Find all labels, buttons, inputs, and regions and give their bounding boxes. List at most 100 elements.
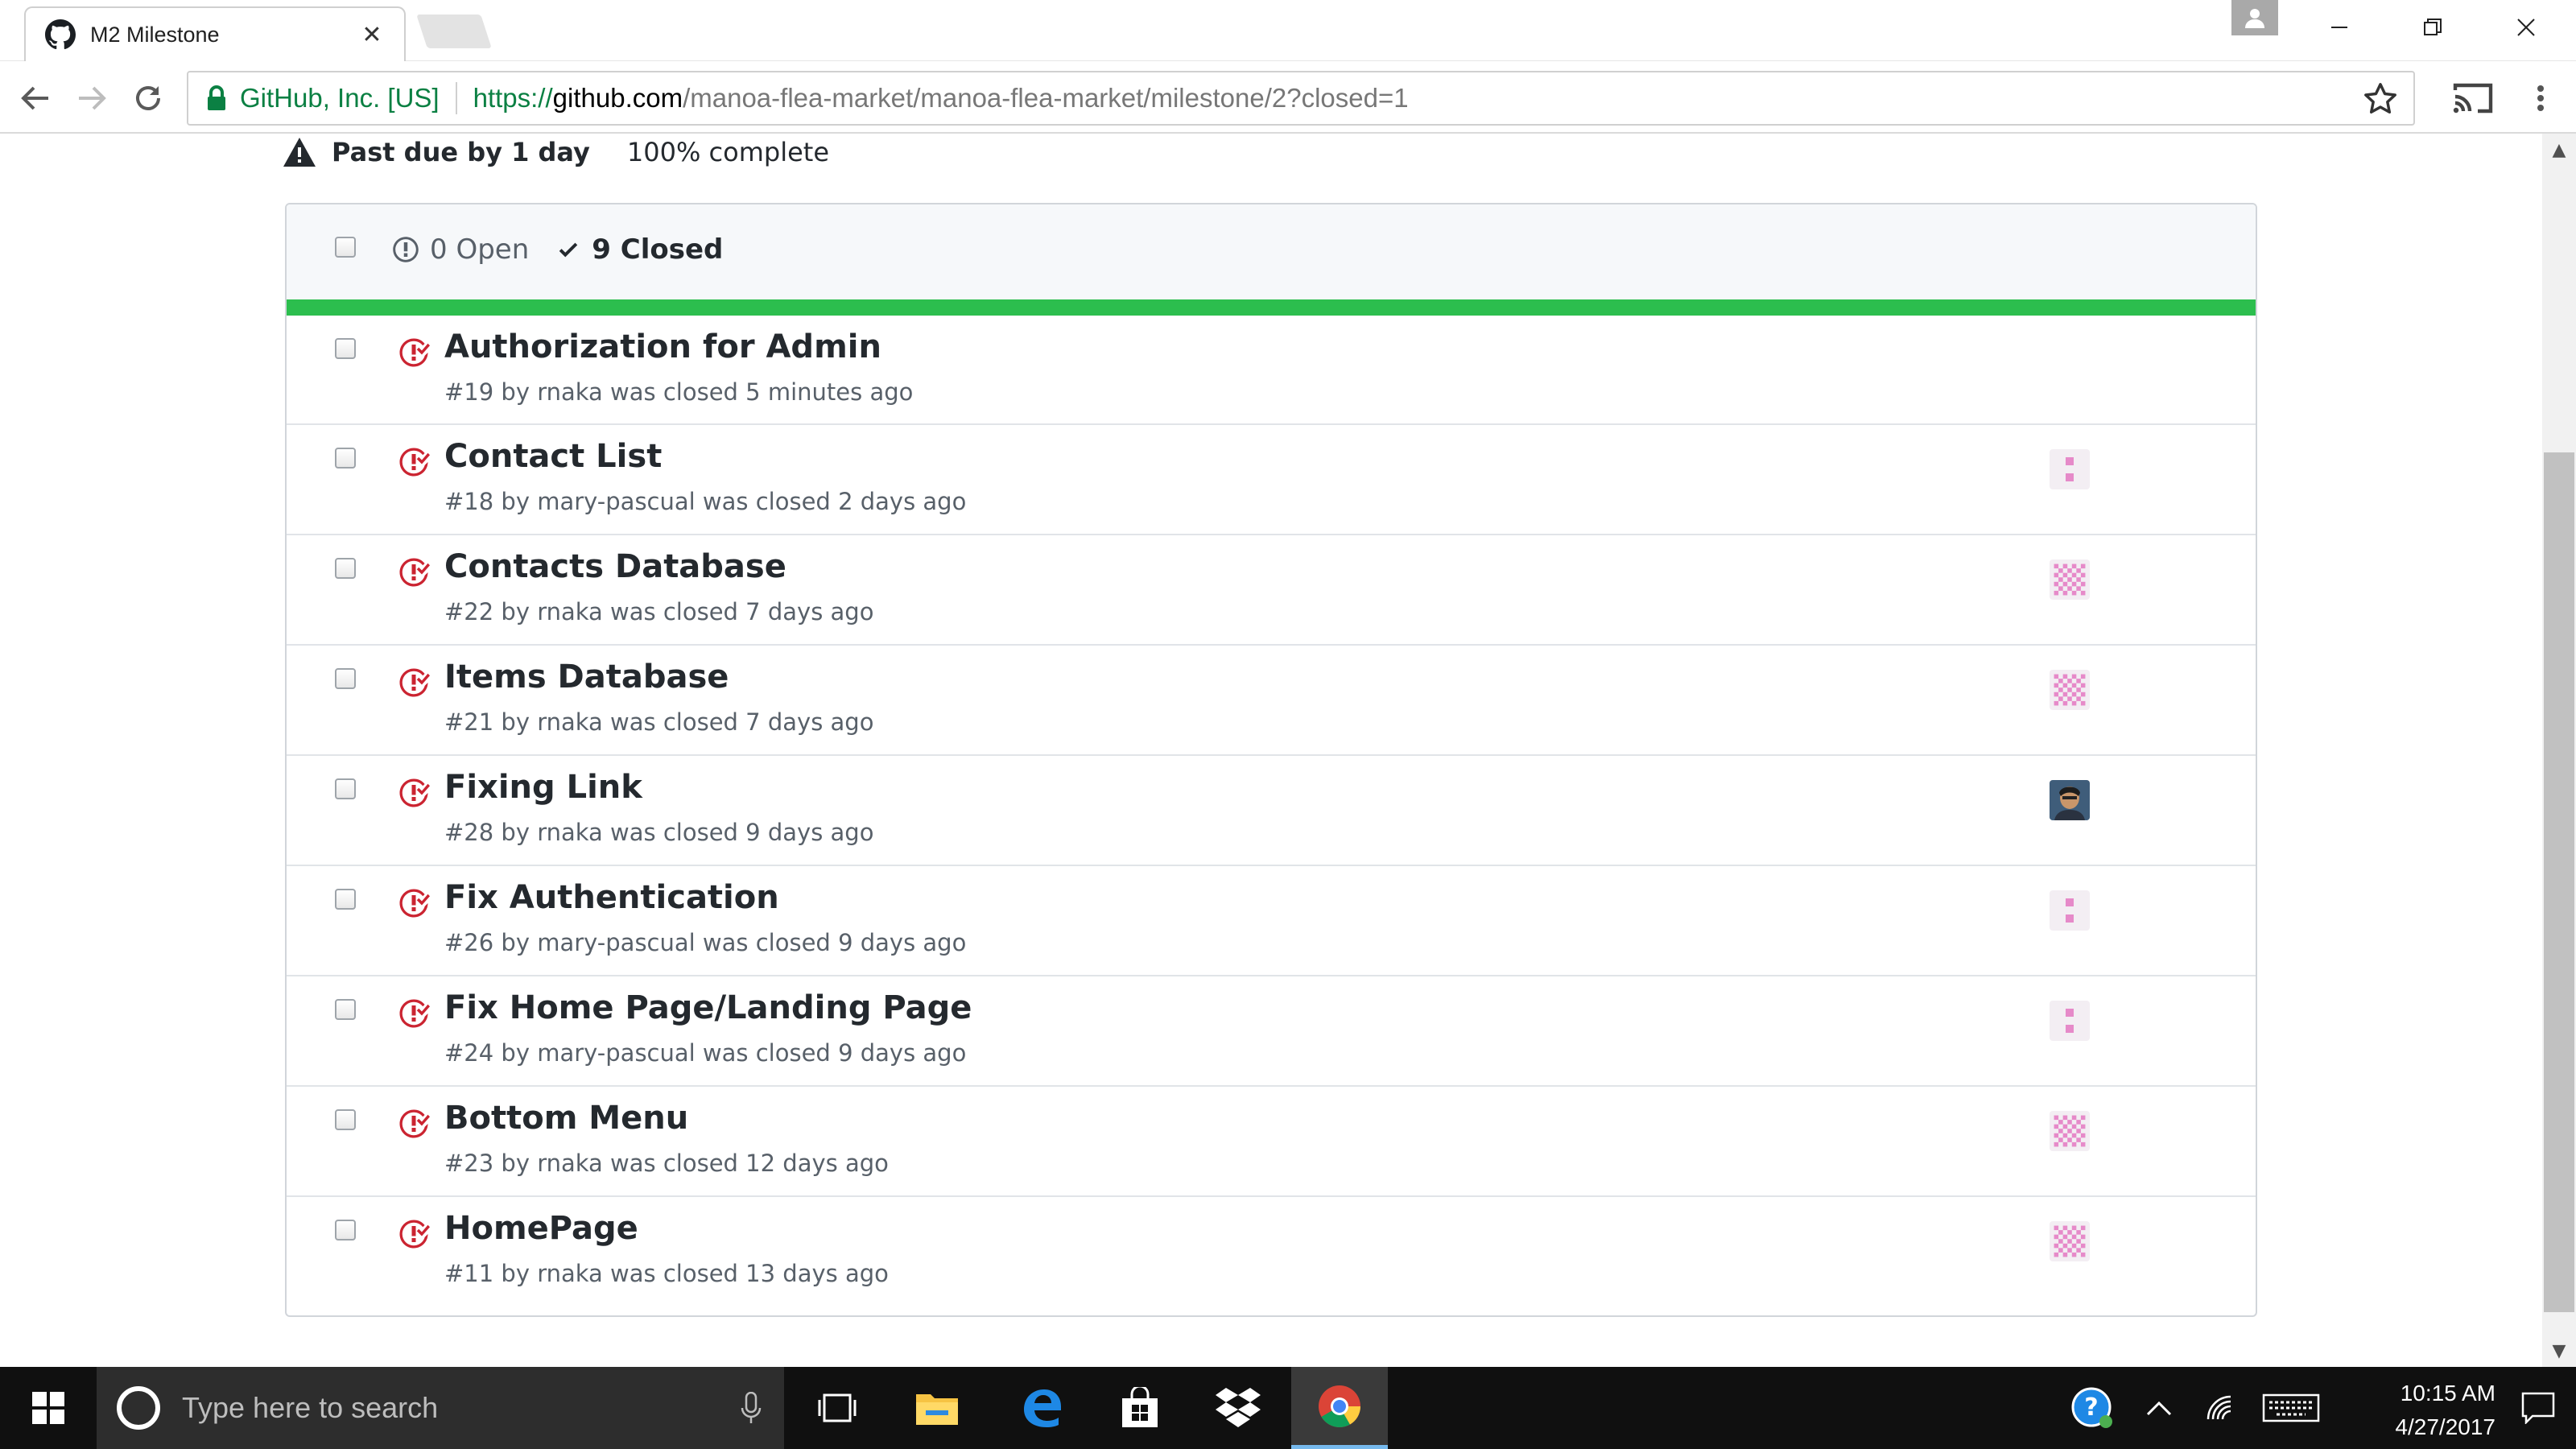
search-placeholder: Type here to search bbox=[182, 1391, 439, 1424]
issue-checkbox[interactable] bbox=[335, 889, 356, 910]
system-clock[interactable]: 10:15 AM 4/27/2017 bbox=[2318, 1377, 2496, 1444]
issue-title-link[interactable]: Fix Authentication bbox=[444, 879, 779, 916]
closed-issues-label: 9 Closed bbox=[592, 233, 724, 266]
select-all-checkbox[interactable] bbox=[335, 237, 356, 258]
closed-issues-link[interactable]: 9 Closed bbox=[556, 233, 723, 266]
close-window-button[interactable] bbox=[2479, 0, 2573, 55]
page-scrollbar[interactable]: ▲ ▼ bbox=[2542, 134, 2576, 1367]
assignee-avatar[interactable] bbox=[2050, 670, 2090, 710]
arrow-left-icon bbox=[21, 86, 48, 110]
touch-keyboard-button[interactable] bbox=[2259, 1367, 2323, 1449]
issue-row[interactable]: Fix Home Page/Landing Page #24 by mary-pa… bbox=[287, 975, 2256, 1085]
edge-icon bbox=[1024, 1389, 1061, 1427]
issue-closed-icon bbox=[399, 1109, 430, 1138]
issue-title-link[interactable]: Items Database bbox=[444, 658, 729, 696]
tab-close-icon[interactable]: ✕ bbox=[354, 17, 390, 52]
milestone-status: Past due by 1 day 100% complete bbox=[283, 134, 829, 171]
scroll-up-arrow-icon[interactable]: ▲ bbox=[2542, 134, 2576, 166]
back-button[interactable] bbox=[11, 74, 60, 122]
help-tray-button[interactable]: ? bbox=[2066, 1367, 2119, 1449]
issue-row[interactable]: Fix Authentication #26 by mary-pascual wa… bbox=[287, 865, 2256, 975]
assignee-avatar[interactable] bbox=[2050, 780, 2090, 820]
issue-checkbox[interactable] bbox=[335, 558, 356, 579]
chevron-up-icon bbox=[2146, 1401, 2172, 1416]
store-button[interactable] bbox=[1092, 1367, 1188, 1449]
scrollbar-thumb[interactable] bbox=[2544, 452, 2574, 1312]
issue-title-link[interactable]: Fixing Link bbox=[444, 769, 642, 806]
assignee-avatar[interactable] bbox=[2050, 890, 2090, 931]
browser-tab-active[interactable]: M2 Milestone ✕ bbox=[24, 6, 406, 61]
scroll-down-arrow-icon[interactable]: ▼ bbox=[2542, 1335, 2576, 1367]
reload-button[interactable] bbox=[124, 74, 172, 122]
minimize-button[interactable] bbox=[2293, 0, 2386, 55]
windows-taskbar: Type here to search ? 10:15 AM 4/27/2017 bbox=[0, 1367, 2576, 1449]
page-viewport: Past due by 1 day 100% complete 0 Open 9… bbox=[0, 134, 2542, 1367]
issue-row[interactable]: Fixing Link #28 by rnaka was closed 9 day… bbox=[287, 754, 2256, 865]
url-host: github.com bbox=[552, 83, 683, 113]
browser-menu-button[interactable] bbox=[2518, 76, 2563, 121]
issue-row[interactable]: Contact List #18 by mary-pascual was clos… bbox=[287, 423, 2256, 534]
issue-checkbox[interactable] bbox=[335, 338, 356, 359]
issue-title-link[interactable]: HomePage bbox=[444, 1210, 638, 1247]
issue-row[interactable]: HomePage #11 by rnaka was closed 13 days … bbox=[287, 1195, 2256, 1306]
bookmark-star-icon[interactable] bbox=[2362, 80, 2399, 118]
start-button[interactable] bbox=[0, 1367, 97, 1449]
assignee-avatar[interactable] bbox=[2050, 1221, 2090, 1261]
issue-row[interactable]: Contacts Database #22 by rnaka was closed… bbox=[287, 534, 2256, 644]
arrow-right-icon bbox=[79, 86, 106, 110]
github-favicon-icon bbox=[45, 19, 76, 50]
issue-checkbox[interactable] bbox=[335, 1220, 356, 1241]
url-scheme: https:// bbox=[473, 83, 553, 113]
task-view-icon bbox=[818, 1393, 857, 1422]
issue-row[interactable]: Authorization for Admin #19 by rnaka was … bbox=[287, 316, 2256, 423]
cortana-ring-icon bbox=[117, 1386, 160, 1430]
file-explorer-button[interactable] bbox=[889, 1367, 985, 1449]
issue-meta: #26 by mary-pascual was closed 9 days ag… bbox=[444, 929, 967, 956]
chrome-taskbar-button[interactable] bbox=[1291, 1367, 1388, 1449]
assignee-avatar[interactable] bbox=[2050, 449, 2090, 489]
task-view-button[interactable] bbox=[797, 1367, 877, 1449]
assignee-avatar[interactable] bbox=[2050, 1111, 2090, 1151]
issue-opened-icon bbox=[393, 237, 419, 262]
taskbar-search-box[interactable]: Type here to search bbox=[97, 1367, 784, 1449]
issue-row[interactable]: Items Database #21 by rnaka was closed 7 … bbox=[287, 644, 2256, 754]
open-issues-link[interactable]: 0 Open bbox=[391, 233, 529, 266]
issue-title-link[interactable]: Contact List bbox=[444, 438, 662, 475]
browser-tabstrip: M2 Milestone ✕ bbox=[0, 0, 2576, 61]
action-center-button[interactable] bbox=[2500, 1367, 2576, 1449]
issue-checkbox[interactable] bbox=[335, 448, 356, 469]
issue-state-filter: 0 Open 9 Closed bbox=[391, 233, 723, 266]
address-bar[interactable]: GitHub, Inc. [US] https://github.com/man… bbox=[187, 71, 2415, 126]
assignee-avatar[interactable] bbox=[2050, 1001, 2090, 1041]
network-tray-button[interactable] bbox=[2198, 1367, 2246, 1449]
tab-title: M2 Milestone bbox=[90, 22, 220, 47]
issue-meta: #23 by rnaka was closed 12 days ago bbox=[444, 1150, 889, 1177]
issue-row[interactable]: Bottom Menu #23 by rnaka was closed 12 da… bbox=[287, 1085, 2256, 1195]
new-tab-button[interactable] bbox=[416, 14, 492, 48]
profile-button[interactable] bbox=[2231, 0, 2278, 35]
issue-checkbox[interactable] bbox=[335, 1109, 356, 1130]
dropbox-button[interactable] bbox=[1190, 1367, 1286, 1449]
cast-icon[interactable] bbox=[2450, 76, 2496, 121]
restore-button[interactable] bbox=[2386, 0, 2479, 55]
issue-checkbox[interactable] bbox=[335, 778, 356, 799]
person-icon bbox=[2245, 9, 2264, 28]
windows-logo-icon bbox=[32, 1392, 64, 1424]
issue-title-link[interactable]: Bottom Menu bbox=[444, 1100, 688, 1137]
issue-meta: #21 by rnaka was closed 7 days ago bbox=[444, 708, 874, 736]
issue-checkbox[interactable] bbox=[335, 668, 356, 689]
issue-checkbox[interactable] bbox=[335, 999, 356, 1020]
site-identity: GitHub, Inc. [US] bbox=[240, 83, 440, 113]
microphone-icon[interactable] bbox=[741, 1392, 762, 1424]
forward-button[interactable] bbox=[68, 74, 116, 122]
issue-title-link[interactable]: Authorization for Admin bbox=[444, 328, 881, 365]
past-due-text: Past due by 1 day bbox=[332, 137, 590, 167]
issue-closed-icon bbox=[399, 889, 430, 918]
issue-title-link[interactable]: Fix Home Page/Landing Page bbox=[444, 989, 972, 1026]
issue-title-link[interactable]: Contacts Database bbox=[444, 548, 786, 585]
edge-browser-button[interactable] bbox=[993, 1367, 1090, 1449]
restore-icon bbox=[2424, 19, 2442, 35]
assignee-avatar[interactable] bbox=[2050, 559, 2090, 600]
show-hidden-icons-button[interactable] bbox=[2135, 1367, 2183, 1449]
url-path: /manoa-flea-market/manoa-flea-market/mil… bbox=[683, 83, 1409, 113]
